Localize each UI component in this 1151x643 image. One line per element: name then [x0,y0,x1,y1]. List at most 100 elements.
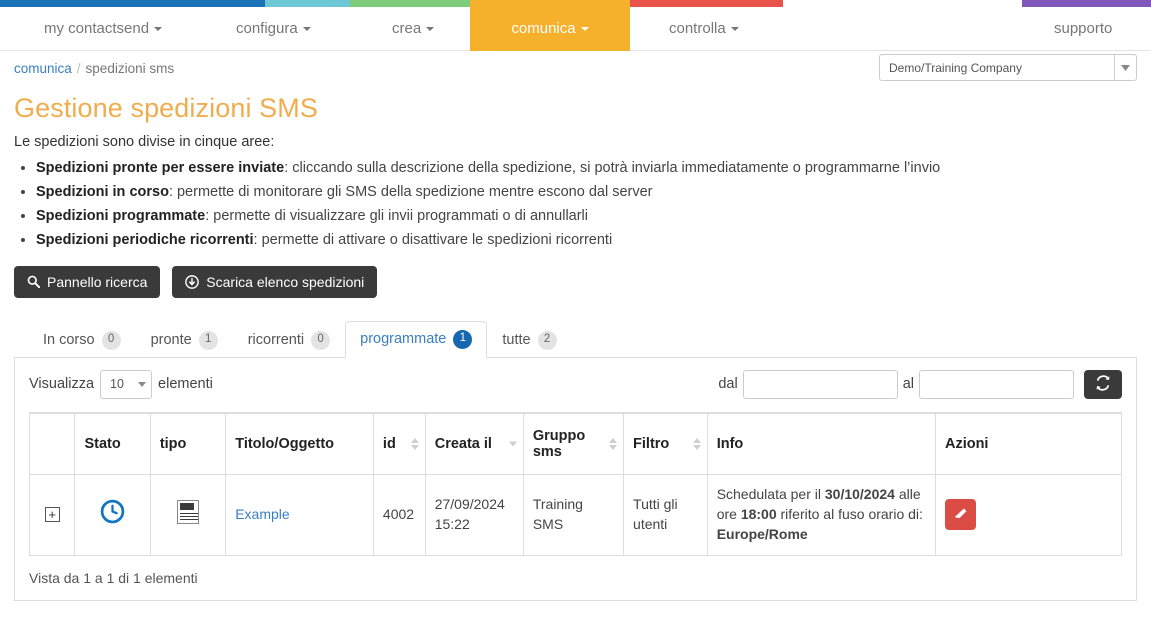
refresh-button[interactable] [1084,369,1122,399]
caret-down-icon [154,27,163,32]
info-time: 18:00 [740,505,777,522]
area-description: : permette di attivare o disattivare le … [253,232,613,249]
caret-down-icon [580,27,589,32]
nav-item-controlla[interactable]: controlla [655,7,753,51]
info-text: Schedulata per il [716,486,825,502]
cell-titolo: Example [225,474,374,556]
cell-id: 4002 [372,474,426,556]
cancel-shipment-button[interactable] [944,499,976,531]
color-segment-orange [470,0,630,7]
table-header-row: Stato tipo Titolo/Oggetto id Creata il Gruppo… [28,411,1123,475]
visualizza-label: Visualizza [29,376,95,392]
date-to-input[interactable] [919,369,1074,399]
tab-label: In corso [43,331,95,348]
nav-item-crea[interactable]: crea [378,7,448,51]
table-body: + Example 4002 27/09/2024 15:22 Training SMS… [28,474,1123,556]
dal-label: dal [718,376,738,392]
tab-tutte[interactable]: tutte 2 [487,322,571,358]
nav-item-label: controlla [669,20,726,37]
table-head: Stato tipo Titolo/Oggetto id Creata il Gruppo… [28,411,1123,475]
breadcrumb-link-comunica[interactable]: comunica [14,61,72,76]
page-length-value: 10 [110,377,124,391]
area-term: Spedizioni periodiche ricorrenti [36,232,254,249]
cell-azioni [934,474,1123,556]
breadcrumb-row: comunica / spedizioni sms Demo/Training Co… [14,51,1137,87]
cell-stato [74,474,151,556]
shipments-panel: Visualizza 10 elementi dal al Stato tipo… [14,357,1137,601]
color-segment-blue [0,0,265,7]
area-list-item: Spedizioni pronte per essere inviate: cl… [36,159,1137,177]
table-row: + Example 4002 27/09/2024 15:22 Training SMS… [28,474,1123,556]
nav-item-label: supporto [1054,20,1113,37]
cell-filtro: Tutti gli utenti [623,474,708,556]
nav-item-my-contactsend[interactable]: my contactsend [30,7,176,51]
column-header-expand [28,411,76,475]
tab-label: programmate [360,330,447,347]
nav-item-configura[interactable]: configura [222,7,325,51]
page-title: Gestione spedizioni SMS [14,93,318,123]
area-list-item: Spedizioni periodiche ricorrenti: permet… [36,231,1137,249]
info-date: 30/10/2024 [824,486,895,502]
al-label: al [902,376,914,392]
sort-both-icon [609,437,618,450]
company-select[interactable]: Demo/Training Company [879,54,1137,81]
download-list-button-label: Scarica elenco spedizioni [206,273,365,290]
sort-both-icon [692,437,701,450]
clock-icon[interactable] [100,500,125,527]
sort-both-icon [410,437,419,450]
sort-desc-icon [508,441,517,447]
tab-count-badge: 2 [537,330,557,350]
search-icon [27,275,40,288]
tab-label: ricorrenti [247,331,305,348]
area-term: Spedizioni in corso [36,184,169,201]
area-list-item: Spedizioni programmate: permette di visu… [36,207,1137,225]
date-range-filter: dal al [718,369,1122,399]
download-list-button[interactable]: Scarica elenco spedizioni [172,265,378,298]
page-length-select[interactable]: 10 [100,369,153,399]
column-header-titolo: Titolo/Oggetto [225,411,374,475]
breadcrumb-current: spedizioni sms [85,61,175,76]
page-intro: Le spedizioni sono divise in cinque aree… [14,134,275,150]
column-header-azioni: Azioni [934,411,1123,475]
column-header-label: tipo [159,435,187,452]
refresh-icon [1095,374,1111,394]
tab-count-badge: 1 [198,330,218,350]
tab-count-badge: 0 [311,330,331,350]
chevron-down-icon [138,381,147,387]
tab-in-corso[interactable]: In corso 0 [28,322,136,358]
area-list-item: Spedizioni in corso: permette di monitor… [36,183,1137,201]
column-header-label: id [382,435,396,452]
column-header-info: Info [706,411,936,475]
nav-item-comunica[interactable]: comunica [470,7,630,51]
column-header-label: Info [716,435,744,452]
breadcrumb-separator: / [76,61,81,76]
cell-info: Schedulata per il 30/10/2024 alle ore 18… [706,474,936,556]
info-text: riferito al fuso orario di: [776,505,923,522]
tab-ricorrenti[interactable]: ricorrenti 0 [233,322,345,358]
area-description: : permette di visualizzare gli invii pro… [205,208,589,225]
cell-expand: + [28,474,76,556]
column-header-filtro[interactable]: Filtro [623,411,708,475]
plus-square-icon[interactable]: + [44,506,60,522]
tab-pronte[interactable]: pronte 1 [136,322,233,358]
column-header-id[interactable]: id [372,411,426,475]
column-header-creata-il[interactable]: Creata il [424,411,524,475]
main-navigation: my contactsend configura crea comunica contr… [0,7,1151,51]
tab-count-badge: 1 [453,329,473,349]
nav-item-supporto[interactable]: supporto [1040,7,1126,51]
document-icon[interactable] [177,499,200,524]
tab-count-badge: 0 [101,330,121,350]
page-length-control: Visualizza 10 elementi [29,369,213,399]
date-from-input[interactable] [742,369,898,399]
table-toolbar: Visualizza 10 elementi dal al [29,369,1122,406]
areas-list: Spedizioni pronte per essere inviate: cl… [14,159,1137,250]
tab-programmate[interactable]: programmate 1 [345,320,488,358]
search-panel-button[interactable]: Pannello ricerca [14,265,161,298]
breadcrumb: comunica / spedizioni sms [14,61,174,76]
eraser-icon [953,506,968,524]
elementi-label: elementi [158,376,213,392]
tab-label: tutte [502,331,531,348]
column-header-tipo: tipo [149,411,227,475]
shipment-title-link[interactable]: Example [235,506,289,522]
column-header-gruppo-sms[interactable]: Gruppo sms [522,411,625,475]
